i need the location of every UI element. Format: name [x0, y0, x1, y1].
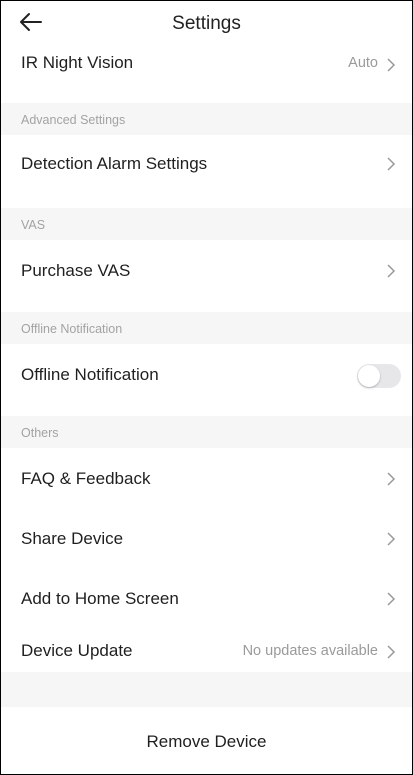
ir-night-vision-value: Auto: [348, 55, 378, 71]
add-to-home-screen-label: Add to Home Screen: [21, 589, 179, 608]
section-others: Others: [1, 416, 412, 448]
remove-device-label: Remove Device: [146, 732, 267, 751]
section-offline-notification: Offline Notification: [1, 312, 412, 344]
detection-alarm-settings-row[interactable]: Detection Alarm Settings: [1, 135, 412, 191]
faq-feedback-row[interactable]: FAQ & Feedback: [1, 448, 412, 510]
header-bar: Settings: [1, 1, 412, 39]
chevron-right-icon: [387, 472, 396, 486]
remove-device-button[interactable]: Remove Device: [1, 707, 412, 774]
chevron-right-icon: [387, 58, 396, 72]
section-label: VAS: [21, 218, 46, 232]
offline-notification-toggle[interactable]: [357, 364, 401, 388]
device-update-status: No updates available: [242, 643, 378, 659]
section-advanced-settings: Advanced Settings: [1, 103, 412, 135]
offline-notification-label: Offline Notification: [21, 365, 159, 384]
chevron-right-icon: [387, 157, 396, 171]
toggle-knob: [358, 365, 380, 387]
detection-alarm-settings-label: Detection Alarm Settings: [21, 154, 208, 173]
share-device-row[interactable]: Share Device: [1, 510, 412, 568]
ir-night-vision-row[interactable]: IR Night Vision Auto: [1, 39, 412, 85]
share-device-label: Share Device: [21, 529, 124, 548]
spacer-divider: [1, 672, 412, 707]
chevron-right-icon: [387, 592, 396, 606]
purchase-vas-label: Purchase VAS: [21, 261, 131, 280]
add-to-home-screen-row[interactable]: Add to Home Screen: [1, 568, 412, 626]
chevron-right-icon: [387, 532, 396, 546]
section-label: Offline Notification: [21, 322, 123, 336]
section-label: Others: [21, 426, 59, 440]
chevron-right-icon: [387, 645, 396, 659]
settings-screen: Settings IR Night Vision Auto Advanced S…: [0, 0, 413, 775]
purchase-vas-row[interactable]: Purchase VAS: [1, 240, 412, 300]
offline-notification-row: Offline Notification: [1, 344, 412, 406]
ir-night-vision-label: IR Night Vision: [21, 53, 134, 72]
faq-feedback-label: FAQ & Feedback: [21, 469, 151, 488]
chevron-right-icon: [387, 264, 396, 278]
section-vas: VAS: [1, 208, 412, 240]
page-title: Settings: [172, 13, 241, 34]
device-update-row[interactable]: Device Update No updates available: [1, 626, 412, 672]
section-label: Advanced Settings: [21, 113, 126, 127]
device-update-label: Device Update: [21, 641, 133, 660]
